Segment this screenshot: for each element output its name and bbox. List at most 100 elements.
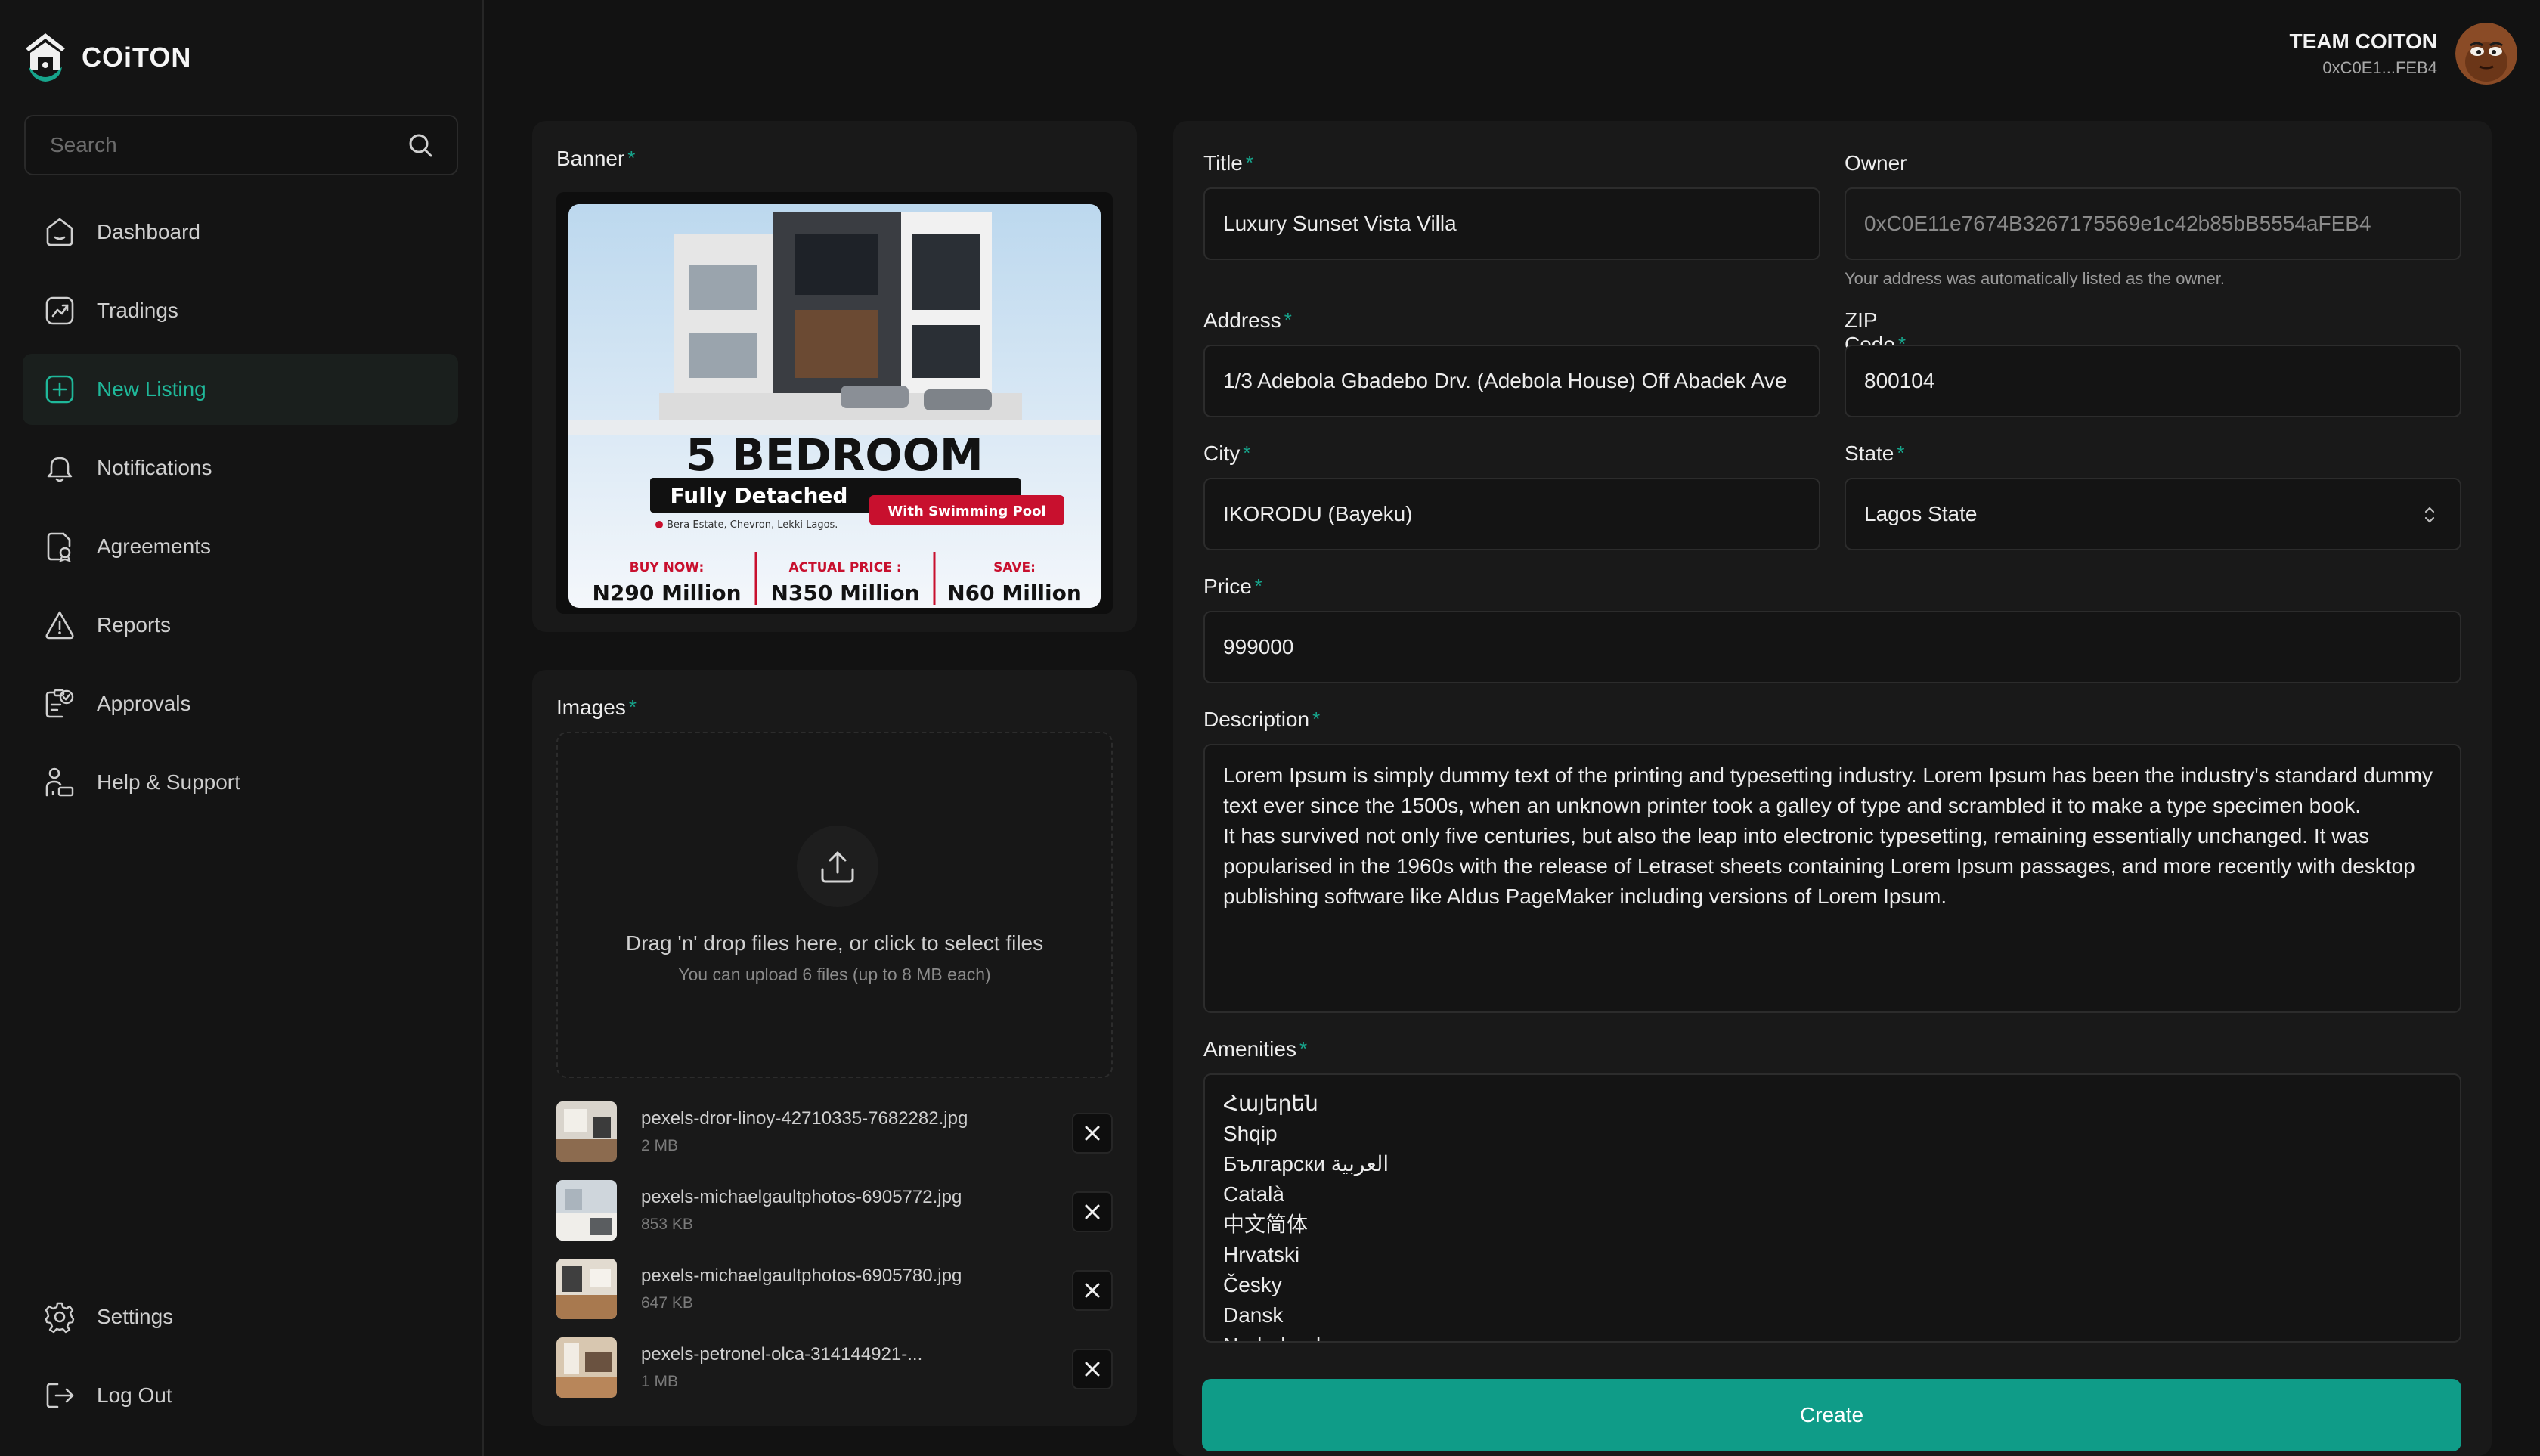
price-label: BUY NOW: <box>630 560 705 575</box>
document-sign-icon <box>42 529 77 564</box>
sidebar-item-label: Help & Support <box>97 770 240 794</box>
required-asterisk: * <box>627 147 636 169</box>
amenities-label-text: Amenities <box>1203 1037 1296 1061</box>
address-input[interactable] <box>1203 345 1820 417</box>
sidebar-item-dashboard[interactable]: Dashboard <box>23 197 458 268</box>
banner-label: Banner <box>556 147 625 170</box>
file-meta: pexels-michaelgaultphotos-6905780.jpg 64… <box>641 1265 962 1312</box>
sidebar-item-log-out[interactable]: Log Out <box>23 1360 458 1431</box>
dropzone-subtitle: You can upload 6 files (up to 8 MB each) <box>678 965 991 984</box>
banner-upload[interactable]: 5 BEDROOM Fully Detached With Swimming P… <box>556 192 1113 614</box>
file-name: pexels-michaelgaultphotos-6905772.jpg <box>641 1187 962 1207</box>
sidebar-item-label: Approvals <box>97 692 191 715</box>
banner-label-wrap: Banner * <box>556 147 635 171</box>
brand-name: COiTON <box>82 42 192 73</box>
required-asterisk: * <box>1299 1037 1308 1060</box>
remove-file-button[interactable] <box>1072 1191 1113 1232</box>
city-label: City * <box>1203 441 1250 466</box>
state-select[interactable]: Lagos State <box>1845 478 2461 550</box>
title-input[interactable] <box>1203 187 1820 260</box>
state-label-text: State <box>1845 441 1894 465</box>
city-label-text: City <box>1203 441 1241 465</box>
brand[interactable]: COiTON <box>23 30 191 85</box>
images-card: Images * Drag 'n' drop files here, or cli… <box>532 670 1137 1426</box>
user-menu[interactable]: TEAM COITON 0xC0E1...FEB4 <box>2290 23 2517 85</box>
price-value: N60 Million <box>947 581 1082 606</box>
close-icon <box>1085 1362 1100 1377</box>
sidebar-item-new-listing[interactable]: New Listing <box>23 354 458 425</box>
search-icon[interactable] <box>405 130 435 160</box>
dropzone-title: Drag 'n' drop files here, or click to se… <box>625 931 1044 955</box>
user-info: TEAM COITON 0xC0E1...FEB4 <box>2290 29 2437 78</box>
chart-icon <box>42 293 77 328</box>
search-input[interactable] <box>50 133 405 157</box>
zip-code-input[interactable] <box>1845 345 2461 417</box>
close-icon <box>1085 1204 1100 1219</box>
user-name: TEAM COITON <box>2289 29 2437 53</box>
description-label-text: Description <box>1203 708 1310 731</box>
banner-image: 5 BEDROOM Fully Detached With Swimming P… <box>568 204 1101 608</box>
address-label-text: Address <box>1203 308 1281 332</box>
city-input[interactable] <box>1203 478 1820 550</box>
sidebar-item-label: Log Out <box>97 1383 172 1407</box>
file-thumbnail <box>556 1180 617 1241</box>
file-name: pexels-dror-linoy-42710335-7682282.jpg <box>641 1108 968 1129</box>
required-asterisk: * <box>628 695 637 718</box>
price-value: N290 Million <box>592 581 741 606</box>
required-asterisk: * <box>1284 308 1292 331</box>
description-label: Description * <box>1203 708 1320 732</box>
price-input[interactable] <box>1203 611 2461 683</box>
sidebar-bottom-nav: Settings Log Out <box>23 1281 458 1439</box>
description-textarea[interactable]: Lorem Ipsum is simply dummy text of the … <box>1203 744 2461 1013</box>
file-item: pexels-petronel-olca-314144921-... 1 MB <box>556 1337 1113 1399</box>
sidebar: COiTON Dashboard Tradings New Listing <box>0 0 484 1456</box>
price-label-text: Price <box>1203 575 1252 598</box>
bell-icon <box>42 451 77 485</box>
sidebar-nav: Dashboard Tradings New Listing Notificat… <box>23 197 458 826</box>
sidebar-item-help-support[interactable]: Help & Support <box>23 747 458 818</box>
required-asterisk: * <box>1254 575 1262 597</box>
create-button[interactable]: Create <box>1202 1379 2461 1451</box>
file-item: pexels-michaelgaultphotos-6905780.jpg 64… <box>556 1258 1113 1320</box>
file-item: pexels-dror-linoy-42710335-7682282.jpg 2… <box>556 1101 1113 1163</box>
select-chevron-icon <box>2424 507 2435 523</box>
remove-file-button[interactable] <box>1072 1270 1113 1311</box>
sidebar-item-settings[interactable]: Settings <box>23 1281 458 1352</box>
sidebar-item-label: Tradings <box>97 299 178 322</box>
close-icon <box>1085 1283 1100 1298</box>
remove-file-button[interactable] <box>1072 1349 1113 1389</box>
avatar[interactable] <box>2455 23 2517 85</box>
image-dropzone[interactable]: Drag 'n' drop files here, or click to se… <box>556 732 1113 1078</box>
amenities-multiselect[interactable]: Հայերեն Shqip Български العربية Català 中… <box>1203 1073 2461 1343</box>
sidebar-item-approvals[interactable]: Approvals <box>23 668 458 739</box>
listing-form: Title* Owner Your address was automatica… <box>1173 121 2492 1456</box>
required-asterisk: * <box>1243 441 1251 464</box>
close-icon <box>1085 1126 1100 1141</box>
amenities-label: Amenities * <box>1203 1037 1307 1061</box>
sidebar-item-agreements[interactable]: Agreements <box>23 511 458 582</box>
banner-card: Banner * 5 BEDROOM Fully Detached With S… <box>532 121 1137 632</box>
price-value: N350 Million <box>770 581 919 606</box>
file-size: 2 MB <box>641 1137 679 1154</box>
required-asterisk: * <box>1245 151 1253 174</box>
upload-icon <box>797 826 878 907</box>
sidebar-item-reports[interactable]: Reports <box>23 590 458 661</box>
search-box <box>24 115 458 175</box>
images-label-wrap: Images * <box>556 695 637 720</box>
sidebar-item-tradings[interactable]: Tradings <box>23 275 458 346</box>
remove-file-button[interactable] <box>1072 1113 1113 1154</box>
images-label: Images <box>556 695 626 719</box>
support-person-icon <box>42 765 77 800</box>
house-logo-icon <box>26 33 65 82</box>
file-meta: pexels-petronel-olca-314144921-... 1 MB <box>641 1344 922 1391</box>
file-size: 853 KB <box>641 1216 693 1233</box>
banner-location: Bera Estate, Chevron, Lekki Lagos. <box>667 519 838 531</box>
owner-helper-text: Your address was automatically listed as… <box>1845 269 2226 288</box>
file-item: pexels-michaelgaultphotos-6905772.jpg 85… <box>556 1179 1113 1241</box>
state-label: State * <box>1845 441 1905 466</box>
title-label-text: Title <box>1203 151 1243 175</box>
clipboard-check-icon <box>42 686 77 721</box>
sidebar-item-label: Dashboard <box>97 220 200 243</box>
sidebar-item-label: Notifications <box>97 456 212 479</box>
sidebar-item-notifications[interactable]: Notifications <box>23 432 458 503</box>
